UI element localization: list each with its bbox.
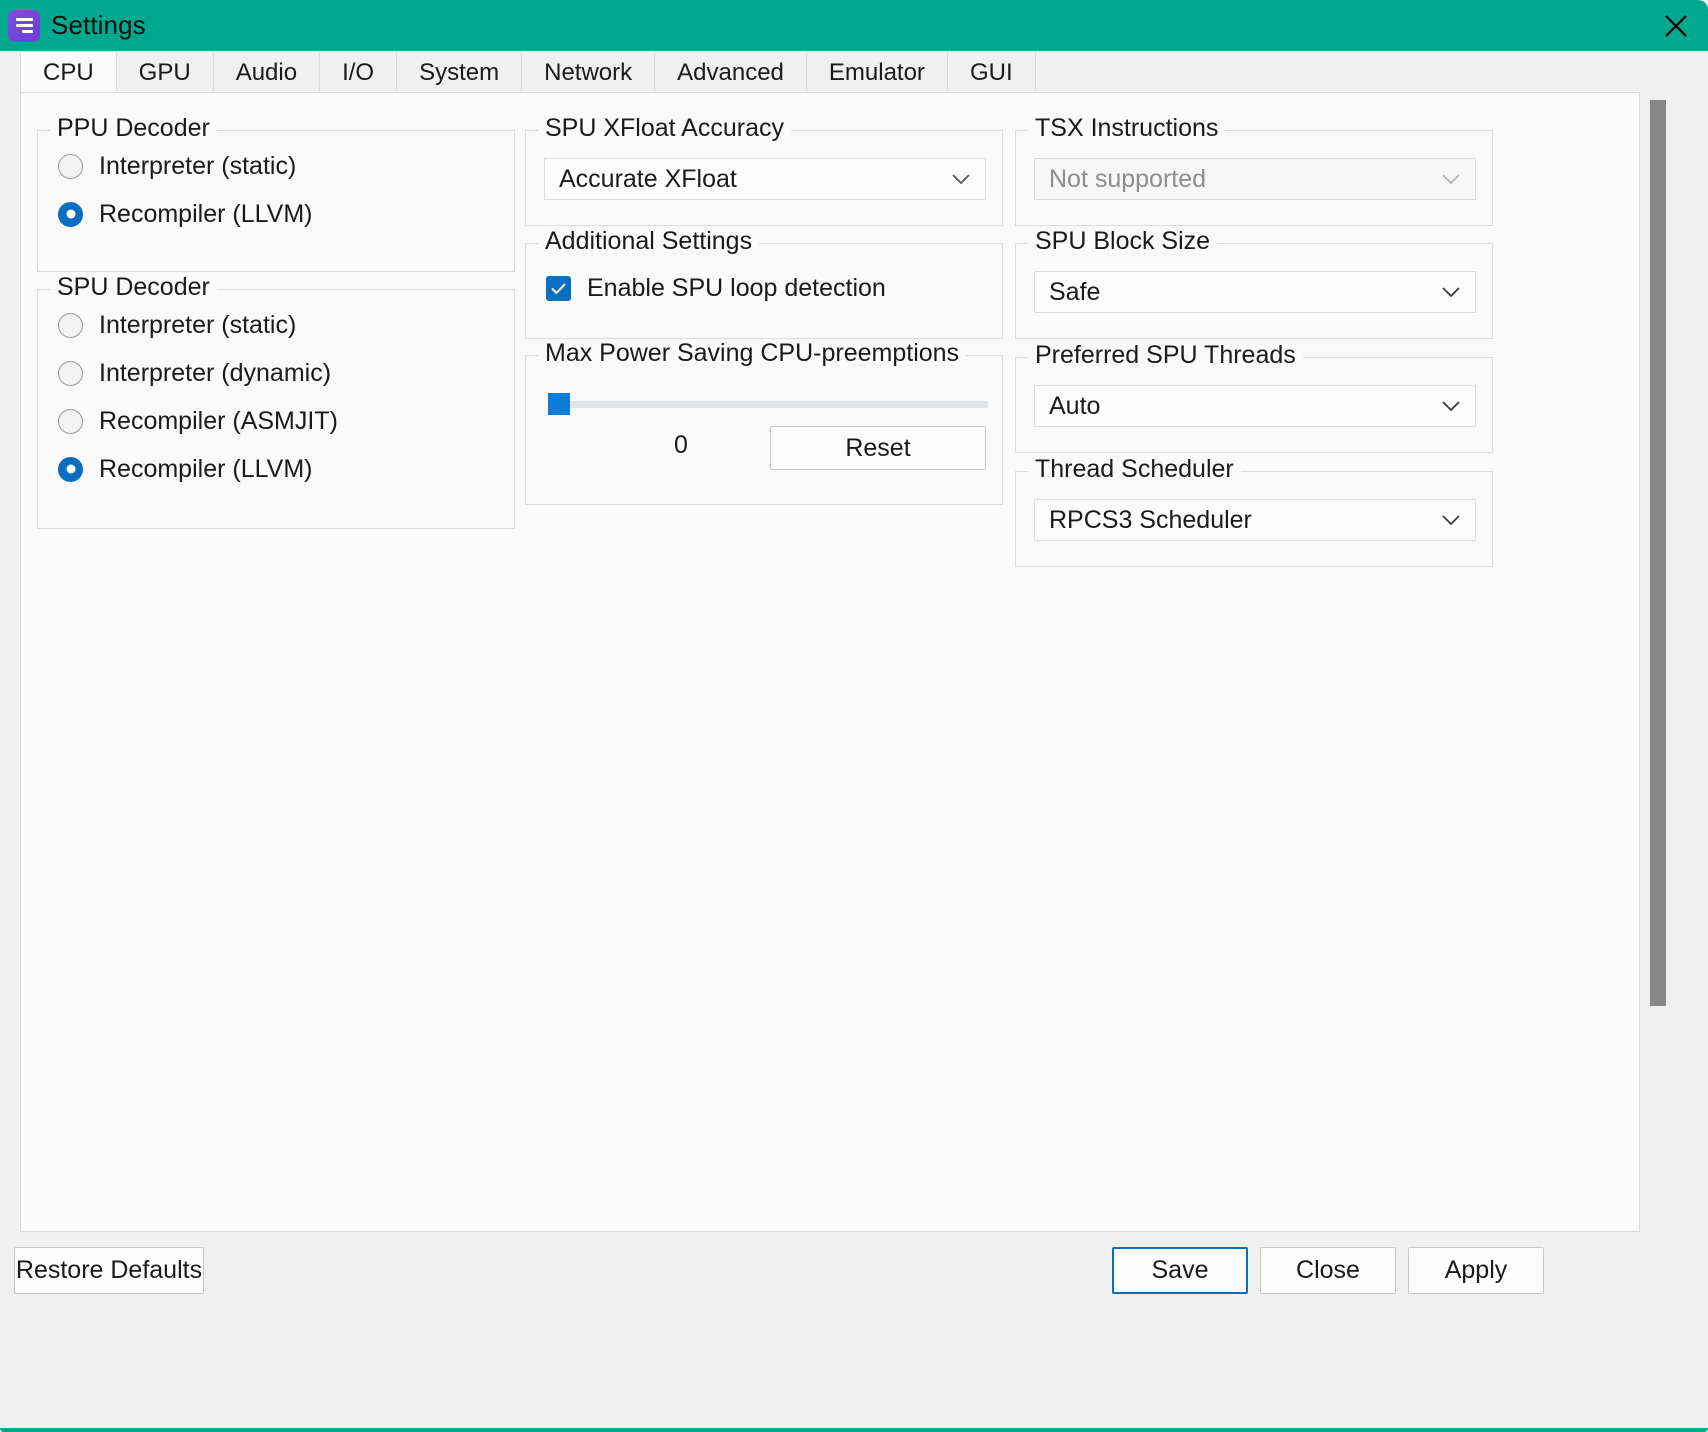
radio-ppu-interpreter-static[interactable]: Interpreter (static) xyxy=(58,149,514,183)
tab-bar: CPU GPU Audio I/O System Network Advance… xyxy=(0,51,1708,93)
group-title: PPU Decoder xyxy=(50,114,217,143)
group-spu-decoder: SPU Decoder Interpreter (static) Interpr… xyxy=(37,273,515,529)
tab-label: Emulator xyxy=(828,58,925,86)
slider-handle[interactable] xyxy=(548,393,570,415)
tab-system[interactable]: System xyxy=(397,52,523,93)
restore-defaults-button[interactable]: Restore Defaults xyxy=(14,1247,204,1294)
group-title: TSX Instructions xyxy=(1028,114,1226,143)
tab-advanced[interactable]: Advanced xyxy=(655,52,807,93)
cpu-settings-pane: PPU Decoder Interpreter (static) Recompi… xyxy=(20,92,1640,1232)
tab-io[interactable]: I/O xyxy=(320,52,398,93)
tab-cpu[interactable]: CPU xyxy=(20,51,117,93)
tab-label: Advanced xyxy=(677,58,784,86)
radio-label: Interpreter (dynamic) xyxy=(99,358,332,387)
radio-label: Recompiler (LLVM) xyxy=(99,199,313,228)
tab-label: CPU xyxy=(43,58,94,86)
radio-label: Interpreter (static) xyxy=(99,151,297,180)
spu-xfloat-accuracy-combobox[interactable]: Accurate XFloat xyxy=(544,158,986,200)
combobox-value: Not supported xyxy=(1049,164,1207,193)
title-bar: Settings xyxy=(0,0,1708,51)
slider-track xyxy=(548,401,988,408)
chevron-down-icon xyxy=(1441,173,1461,185)
chevron-down-icon xyxy=(951,173,971,185)
checkbox-indicator xyxy=(546,275,571,301)
tab-label: System xyxy=(419,58,500,86)
tab-label: Audio xyxy=(235,58,298,86)
thread-scheduler-combobox[interactable]: RPCS3 Scheduler xyxy=(1034,499,1476,541)
group-title: Additional Settings xyxy=(538,227,760,256)
vertical-scrollbar-thumb[interactable] xyxy=(1650,100,1666,1006)
radio-indicator xyxy=(58,408,83,434)
reset-button[interactable]: Reset xyxy=(770,426,986,470)
tab-label: GUI xyxy=(969,58,1013,86)
group-title: SPU Decoder xyxy=(50,273,217,302)
group-title: SPU Block Size xyxy=(1028,227,1218,256)
preferred-spu-threads-combobox[interactable]: Auto xyxy=(1034,385,1476,427)
settings-window: Settings CPU GPU Audio I/O System Networ… xyxy=(0,0,1708,1432)
tab-label: GPU xyxy=(138,58,191,86)
radio-ppu-recompiler-llvm[interactable]: Recompiler (LLVM) xyxy=(58,197,514,231)
chevron-down-icon xyxy=(1441,400,1461,412)
close-icon[interactable] xyxy=(1644,0,1708,51)
radio-indicator xyxy=(58,360,83,386)
tsx-instructions-combobox: Not supported xyxy=(1034,158,1476,200)
group-title: Thread Scheduler xyxy=(1028,455,1241,484)
max-power-saving-slider[interactable] xyxy=(548,393,988,415)
tab-emulator[interactable]: Emulator xyxy=(806,52,948,93)
group-thread-scheduler: Thread Scheduler RPCS3 Scheduler xyxy=(1015,455,1493,567)
max-power-saving-value: 0 xyxy=(674,431,688,459)
combobox-value: Accurate XFloat xyxy=(559,164,737,193)
spu-block-size-combobox[interactable]: Safe xyxy=(1034,271,1476,313)
radio-spu-interpreter-static[interactable]: Interpreter (static) xyxy=(58,308,514,342)
group-spu-block-size: SPU Block Size Safe xyxy=(1015,227,1493,339)
group-additional-settings: Additional Settings Enable SPU loop dete… xyxy=(525,227,1003,339)
radio-label: Interpreter (static) xyxy=(99,310,297,339)
combobox-value: RPCS3 Scheduler xyxy=(1049,505,1252,534)
tab-gpu[interactable]: GPU xyxy=(116,52,214,93)
radio-label: Recompiler (LLVM) xyxy=(99,454,313,483)
radio-indicator xyxy=(58,201,83,227)
combobox-value: Auto xyxy=(1049,391,1101,420)
group-spu-xfloat-accuracy: SPU XFloat Accuracy Accurate XFloat xyxy=(525,114,1003,226)
group-ppu-decoder: PPU Decoder Interpreter (static) Recompi… xyxy=(37,114,515,272)
close-button[interactable]: Close xyxy=(1260,1247,1396,1294)
group-title: SPU XFloat Accuracy xyxy=(538,114,791,143)
chevron-down-icon xyxy=(1441,286,1461,298)
tab-label: Network xyxy=(544,58,633,86)
radio-indicator xyxy=(58,153,83,179)
group-tsx-instructions: TSX Instructions Not supported xyxy=(1015,114,1493,226)
radio-indicator xyxy=(58,456,83,482)
apply-button[interactable]: Apply xyxy=(1408,1247,1544,1294)
checkbox-label: Enable SPU loop detection xyxy=(587,273,886,302)
checkbox-enable-spu-loop-detection[interactable]: Enable SPU loop detection xyxy=(546,271,1002,305)
group-title: Preferred SPU Threads xyxy=(1028,341,1303,370)
radio-label: Recompiler (ASMJIT) xyxy=(99,406,338,435)
group-title: Max Power Saving CPU-preemptions xyxy=(538,339,967,368)
window-title: Settings xyxy=(51,10,146,40)
tab-gui[interactable]: GUI xyxy=(947,52,1036,93)
group-max-power-saving: Max Power Saving CPU-preemptions 0 Reset xyxy=(525,339,1003,505)
save-button[interactable]: Save xyxy=(1112,1247,1248,1294)
radio-spu-recompiler-llvm[interactable]: Recompiler (LLVM) xyxy=(58,452,514,486)
radio-spu-recompiler-asmjit[interactable]: Recompiler (ASMJIT) xyxy=(58,404,514,438)
group-preferred-spu-threads: Preferred SPU Threads Auto xyxy=(1015,341,1493,453)
tab-audio[interactable]: Audio xyxy=(213,52,321,93)
combobox-value: Safe xyxy=(1049,277,1101,306)
radio-indicator xyxy=(58,312,83,338)
radio-spu-interpreter-dynamic[interactable]: Interpreter (dynamic) xyxy=(58,356,514,390)
chevron-down-icon xyxy=(1441,514,1461,526)
tab-label: I/O xyxy=(342,58,375,86)
tab-network[interactable]: Network xyxy=(522,52,656,93)
rpcs3-menu-icon xyxy=(8,9,40,42)
dialog-footer: Restore Defaults Save Close Apply xyxy=(0,1232,1708,1432)
